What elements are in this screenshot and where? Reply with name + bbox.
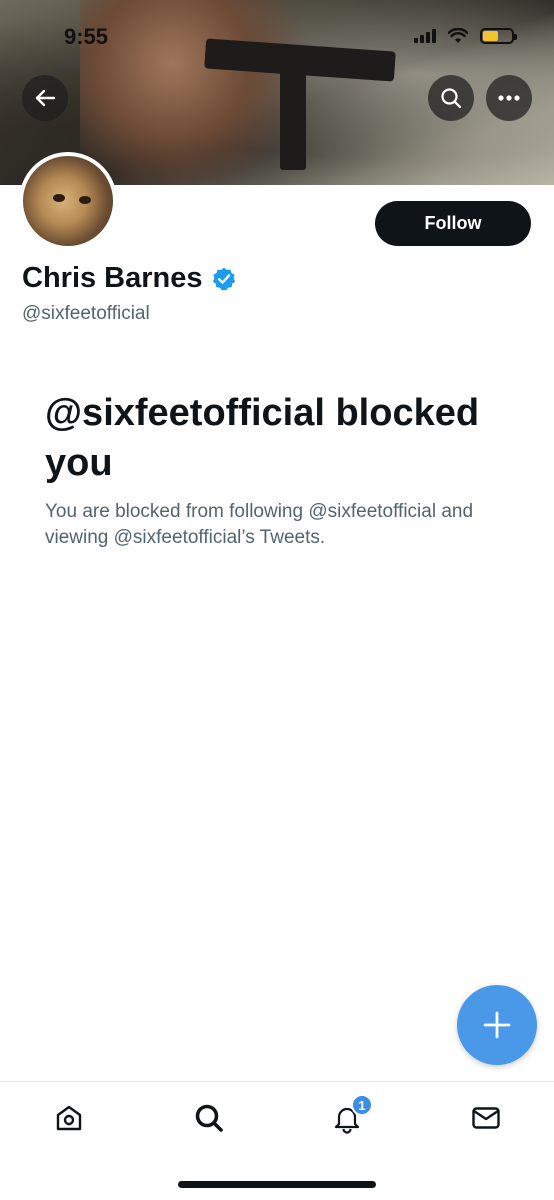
tab-notifications[interactable]: 1: [323, 1094, 373, 1138]
banner-gun-grip: [280, 70, 306, 170]
arrow-left-icon: [35, 89, 56, 107]
blocked-title: @sixfeetofficial blocked you: [45, 392, 480, 484]
follow-button[interactable]: Follow: [375, 201, 531, 246]
back-button[interactable]: [22, 75, 68, 121]
home-indicator[interactable]: [178, 1181, 376, 1188]
compose-tweet-button[interactable]: [457, 985, 537, 1065]
avatar-eye-right: [79, 196, 91, 204]
profile-avatar[interactable]: [19, 152, 117, 250]
verified-badge-icon: [212, 267, 235, 291]
tab-home[interactable]: [45, 1098, 93, 1138]
avatar-eye-left: [53, 194, 65, 202]
tab-messages[interactable]: [462, 1098, 510, 1138]
wifi-icon: [448, 28, 468, 43]
status-icons: [414, 28, 517, 44]
battery-icon: [480, 28, 517, 44]
more-horizontal-icon: [498, 95, 520, 101]
name-row: Chris Barnes: [22, 262, 237, 295]
more-options-button[interactable]: [486, 75, 532, 121]
plus-icon: [483, 1011, 511, 1039]
cellular-signal-icon: [414, 29, 436, 43]
blocked-message: You are blocked from following @sixfeeto…: [45, 501, 474, 548]
notification-count-badge: 1: [351, 1094, 373, 1116]
search-icon: [441, 88, 462, 109]
banner-figure: [80, 0, 310, 185]
messages-envelope-icon: [472, 1107, 500, 1129]
status-time: 9:55: [64, 24, 109, 49]
profile-handle: @sixfeetofficial: [22, 303, 150, 324]
home-icon: [56, 1105, 82, 1131]
search-icon: [195, 1104, 223, 1132]
tab-search[interactable]: [185, 1098, 233, 1138]
display-name: Chris Barnes: [22, 262, 203, 294]
profile-search-button[interactable]: [428, 75, 474, 121]
